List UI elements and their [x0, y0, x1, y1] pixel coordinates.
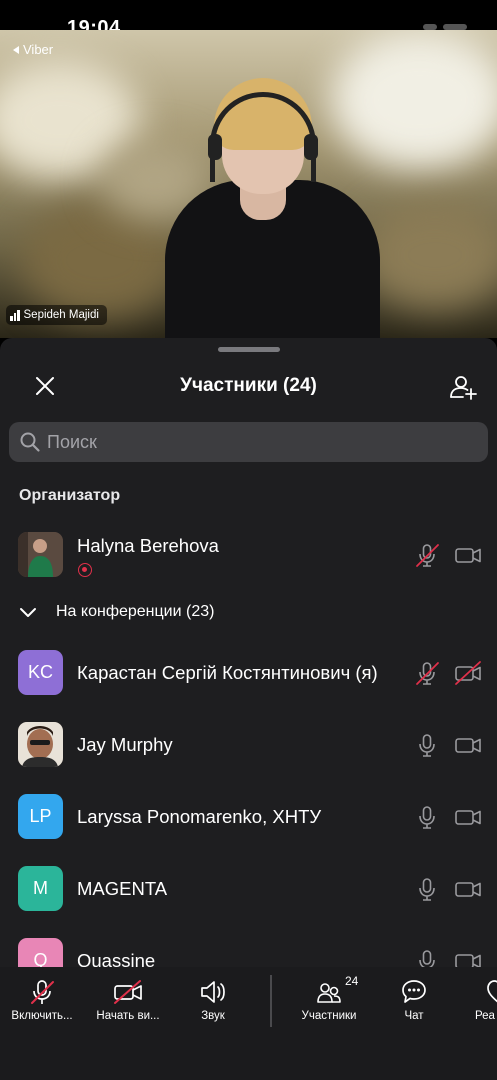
mic-icon[interactable]: [414, 732, 440, 758]
mic-icon[interactable]: [414, 876, 440, 902]
camera-icon[interactable]: [454, 876, 482, 902]
participant-avatar: Q: [18, 938, 63, 967]
mic-icon[interactable]: [414, 804, 440, 830]
in-conference-group-header[interactable]: На конференции (23): [18, 603, 214, 621]
avatar-photo: [18, 722, 63, 767]
camera-off-icon[interactable]: [454, 660, 482, 686]
mic-muted-icon[interactable]: [414, 660, 440, 686]
participant-avatar: [18, 722, 63, 767]
participant-row[interactable]: Q Quassine: [0, 931, 497, 967]
participant-name: MAGENTA: [77, 878, 168, 899]
mic-icon[interactable]: [414, 948, 440, 967]
organizer-row[interactable]: Halyna Berehova: [0, 525, 497, 585]
search-icon: [20, 432, 40, 452]
start-video-button[interactable]: Начать ви...: [88, 967, 168, 1037]
search-input[interactable]: [47, 431, 467, 453]
panel-title: Участники (24): [180, 375, 317, 396]
start-video-label: Начать ви...: [96, 1010, 160, 1022]
speaker-name-tag: Sepideh Majidi: [6, 305, 107, 325]
participant-row[interactable]: KC Карастан Сергій Костянтинович (я): [0, 643, 497, 703]
chevron-down-icon: [20, 608, 36, 617]
drag-handle[interactable]: [218, 347, 280, 352]
participant-row[interactable]: M MAGENTA: [0, 859, 497, 919]
chat-icon: [402, 980, 426, 1003]
avatar-photo: [18, 532, 63, 577]
background-blur: [360, 200, 497, 310]
organizer-avatar: [18, 532, 63, 577]
sound-label: Звук: [201, 1010, 225, 1022]
group-label: На конференции (23): [56, 603, 215, 620]
reactions-label: Реа: [475, 1010, 495, 1022]
camera-icon[interactable]: [454, 732, 482, 758]
speaker-icon: [201, 981, 225, 1003]
toolbar-divider: [270, 975, 272, 1027]
organizer-section-label: Организатор: [19, 487, 121, 504]
participant-name: Карастан Сергій Костянтинович (я): [77, 662, 378, 683]
participant-avatar: KC: [18, 650, 63, 695]
camera-off-icon: [114, 980, 142, 1004]
participants-count-badge: 24: [345, 974, 359, 988]
camera-icon[interactable]: [454, 542, 482, 568]
add-participant-icon[interactable]: [448, 372, 478, 402]
participants-icon: [317, 983, 341, 1003]
sound-button[interactable]: Звук: [180, 967, 246, 1037]
participant-avatar: M: [18, 866, 63, 911]
recording-icon: [78, 563, 92, 577]
participant-name: Jay Murphy: [77, 734, 173, 755]
participants-label: Участники: [301, 1010, 357, 1022]
back-app-label: Viber: [23, 42, 54, 57]
back-arrow-icon: [13, 45, 19, 54]
participant-avatar: LP: [18, 794, 63, 839]
speaker-video[interactable]: Viber Sepideh Majidi: [0, 30, 497, 338]
reactions-button[interactable]: Реа: [470, 967, 497, 1037]
search-bar[interactable]: [9, 422, 488, 462]
camera-icon[interactable]: [454, 804, 482, 830]
headset-ear-right: [304, 134, 318, 160]
participant-name: Quassine: [77, 950, 156, 967]
speaker-name: Sepideh Majidi: [23, 309, 99, 321]
unmute-label: Включить...: [11, 1010, 73, 1022]
headset-ear-left: [208, 134, 222, 160]
status-bar: 19:04: [0, 0, 497, 39]
chat-button[interactable]: Чат: [384, 967, 444, 1037]
mic-muted-icon[interactable]: [414, 542, 440, 568]
participant-row[interactable]: Jay Murphy: [0, 715, 497, 775]
unmute-button[interactable]: Включить...: [0, 967, 84, 1037]
back-to-viber-link[interactable]: Viber: [13, 42, 53, 57]
participant-row[interactable]: LP Laryssa Ponomarenko, ХНТУ: [0, 787, 497, 847]
mic-muted-icon: [31, 980, 54, 1004]
meeting-toolbar: Включить... Начать ви... Звук Участники …: [0, 967, 497, 1080]
organizer-name: Halyna Berehova: [77, 535, 219, 556]
heart-icon: [487, 980, 497, 1003]
camera-icon[interactable]: [454, 948, 482, 967]
chat-label: Чат: [404, 1010, 424, 1022]
background-blur: [330, 30, 497, 170]
signal-bars-icon: [10, 309, 20, 321]
participant-name: Laryssa Ponomarenko, ХНТУ: [77, 806, 322, 827]
participants-panel: Участники (24) Организатор Halyna Bereho…: [0, 338, 497, 967]
